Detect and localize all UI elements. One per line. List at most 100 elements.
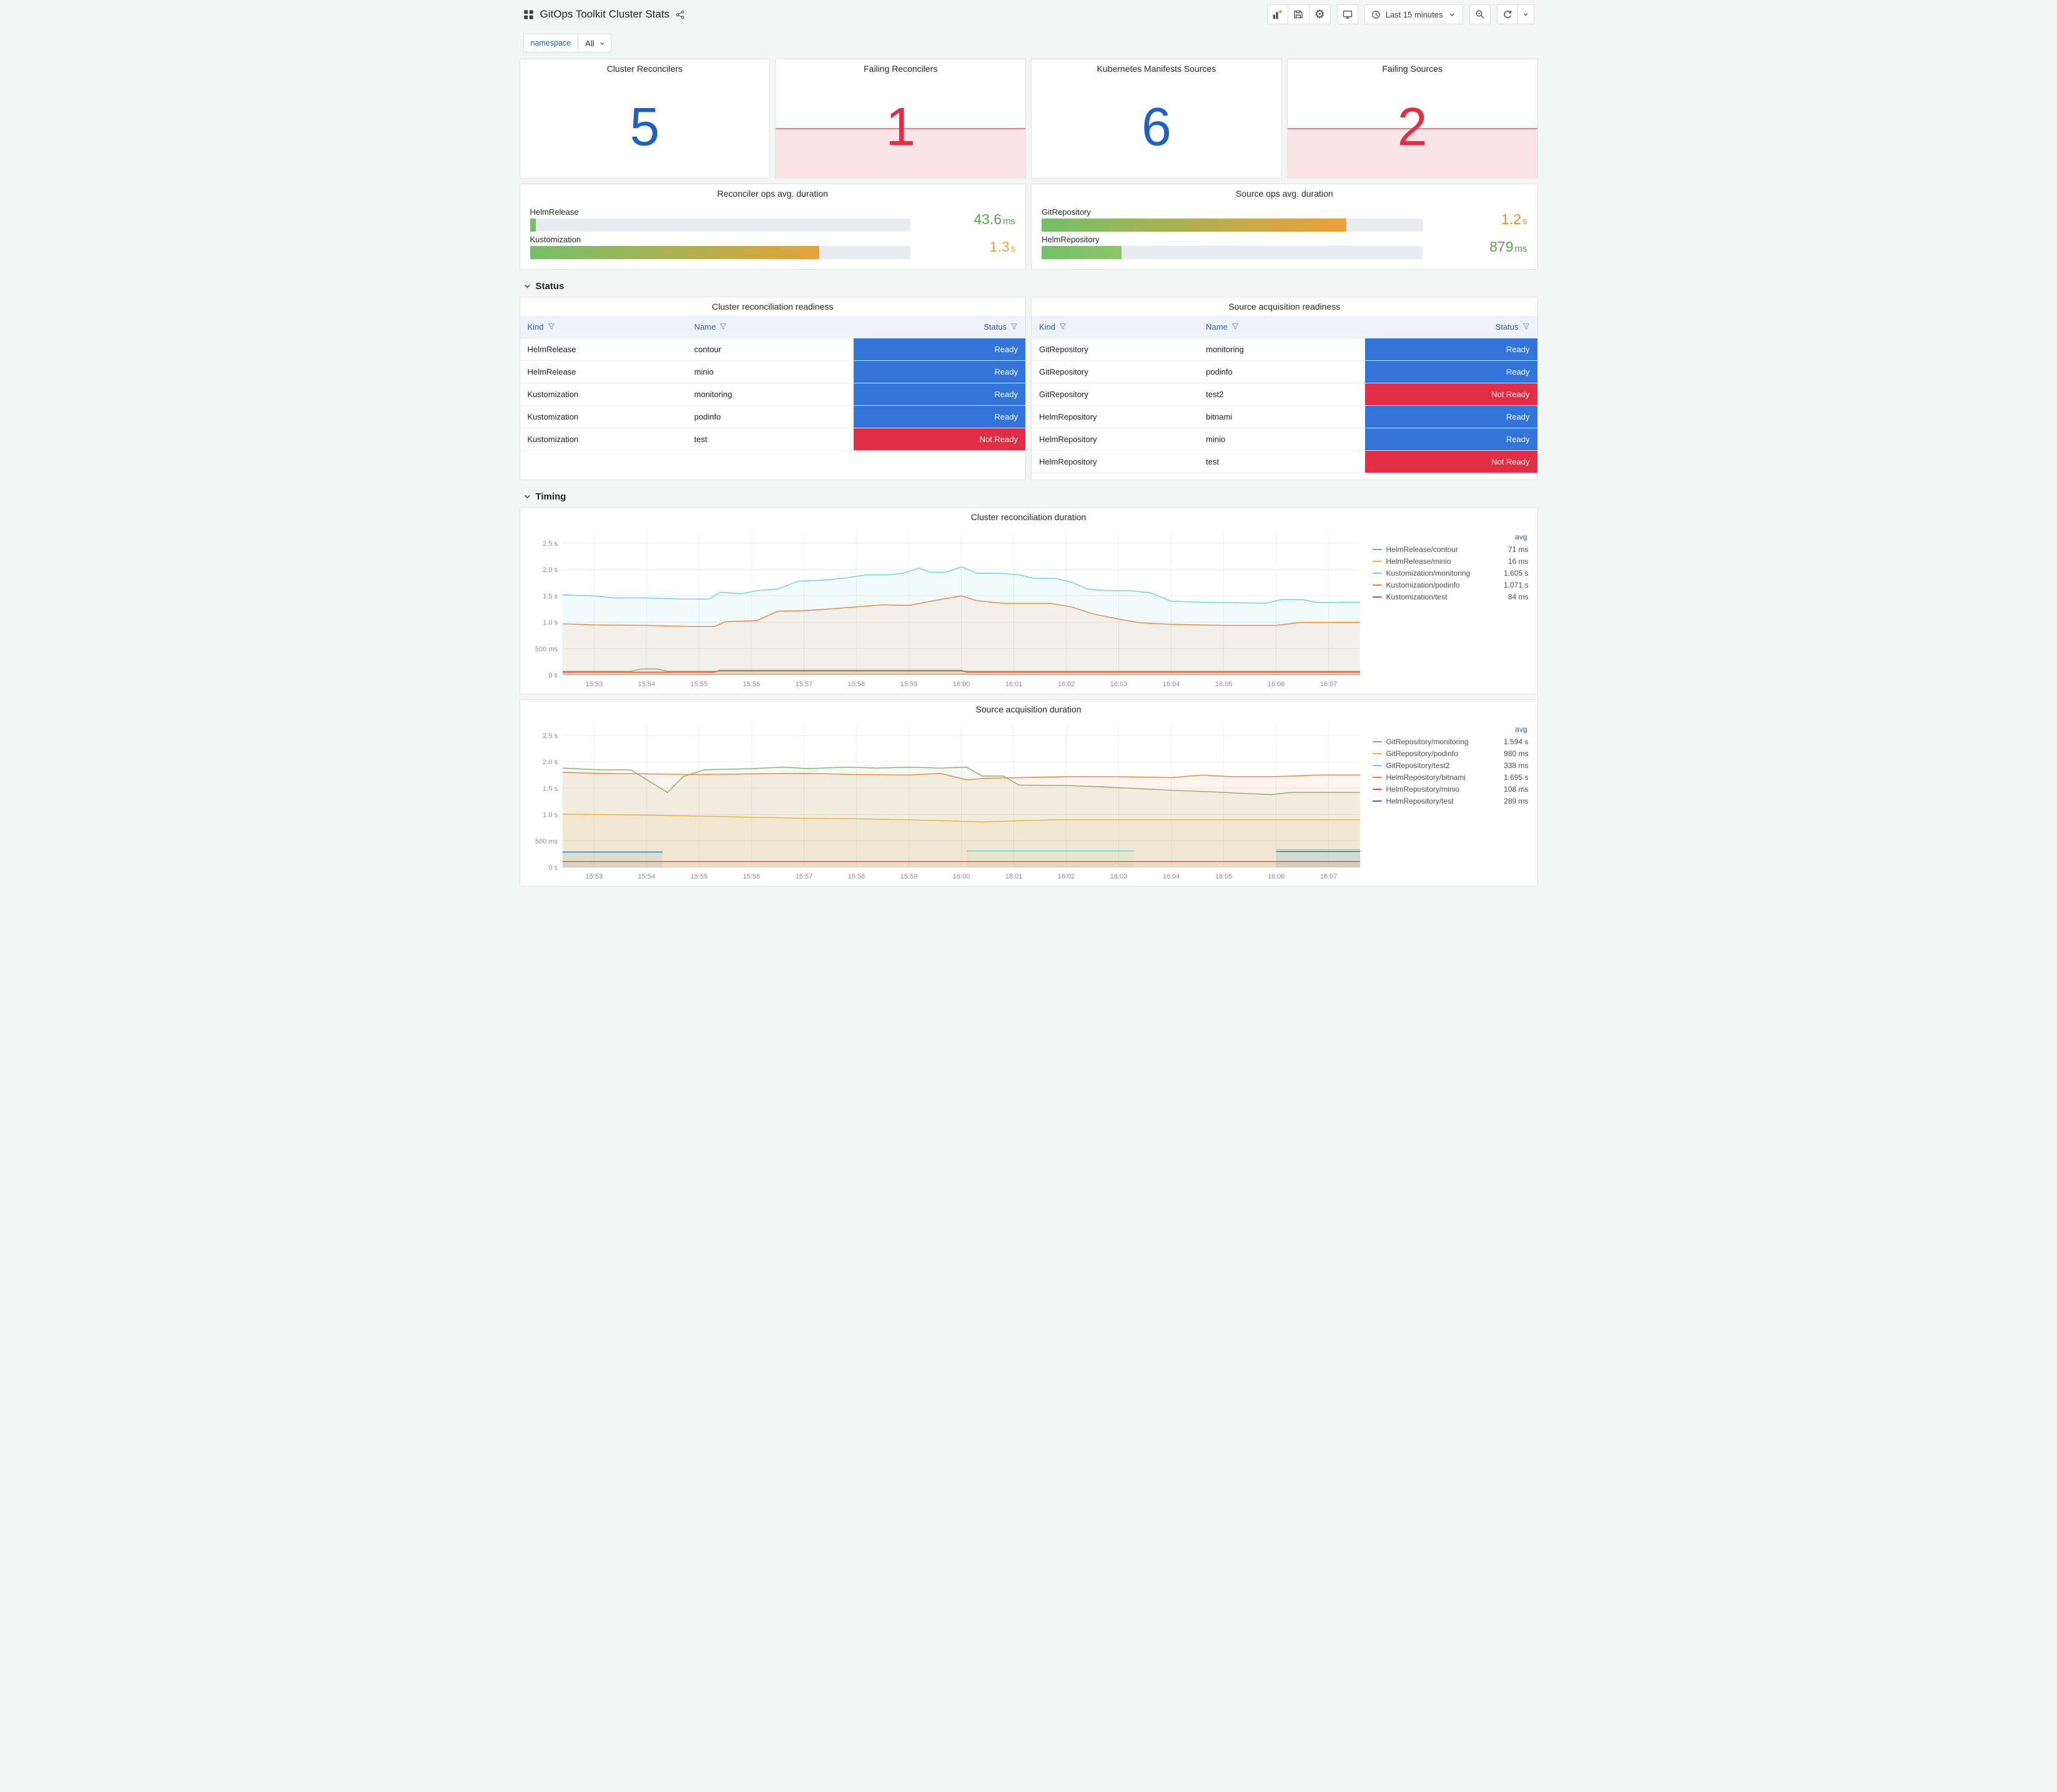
column-header-kind[interactable]: Kind	[520, 316, 687, 338]
column-header-name[interactable]: Name	[1198, 316, 1366, 338]
panel-title[interactable]: Cluster Reconcilers	[520, 59, 770, 78]
legend-series-name[interactable]: GitRepository/monitoring	[1386, 737, 1500, 746]
svg-text:2.5 s: 2.5 s	[543, 540, 558, 548]
svg-text:15:53: 15:53	[585, 873, 603, 880]
filter-icon[interactable]	[1522, 323, 1530, 330]
legend-series-name[interactable]: HelmRepository/test	[1386, 797, 1500, 805]
refresh-button[interactable]	[1496, 4, 1518, 24]
dashboard-actions-group: ⚙	[1266, 4, 1331, 24]
gauge-body: GitRepository 1.2 s HelmRepository 879 m…	[1032, 203, 1537, 265]
cell-name: podinfo	[686, 405, 854, 428]
cell-status: Ready	[1365, 427, 1537, 450]
panel-title[interactable]: Source ops avg. duration	[1032, 184, 1537, 203]
status-badge: Not Ready	[1365, 383, 1537, 405]
panel-title[interactable]: Failing Sources	[1288, 59, 1537, 78]
section-header-timing[interactable]: Timing	[520, 485, 1538, 507]
table-panel-cluster-readiness: Cluster reconciliation readiness Kind Na…	[519, 297, 1026, 480]
add-panel-button[interactable]	[1266, 4, 1288, 24]
legend-swatch	[1372, 560, 1382, 562]
filter-icon[interactable]	[1059, 323, 1067, 330]
legend-series-avg: 289 ms	[1504, 796, 1529, 805]
table-row: HelmRepository test Not Ready	[1032, 450, 1537, 473]
cell-kind: Kustomization	[520, 382, 687, 405]
filter-icon[interactable]	[1010, 323, 1018, 330]
legend-series-name[interactable]: HelmRepository/bitnami	[1386, 773, 1500, 782]
gauge-label: HelmRepository	[1042, 235, 1100, 244]
legend-series-avg: 16 ms	[1507, 556, 1529, 566]
column-header-kind[interactable]: Kind	[1032, 316, 1199, 338]
variable-namespace-label[interactable]: namespace	[523, 34, 579, 52]
panel-title[interactable]: Reconciler ops avg. duration	[520, 184, 1026, 203]
filter-icon[interactable]	[548, 323, 555, 330]
gauge-panel-source-ops: Source ops avg. duration GitRepository 1…	[1031, 184, 1538, 270]
dashboard-settings-button[interactable]: ⚙	[1309, 4, 1331, 24]
svg-text:16:05: 16:05	[1215, 873, 1232, 880]
cell-name: minio	[686, 360, 854, 383]
svg-text:16:04: 16:04	[1162, 681, 1180, 688]
section-label: Timing	[535, 491, 566, 502]
cell-name: test	[686, 427, 854, 451]
gauge-fill	[530, 246, 819, 259]
stat-panel: Failing Sources 2	[1286, 59, 1538, 179]
column-header-status[interactable]: Status	[853, 316, 1025, 338]
legend-avg-header[interactable]: avg	[1373, 533, 1529, 541]
filter-icon[interactable]	[1231, 323, 1239, 330]
svg-text:15:54: 15:54	[638, 681, 655, 688]
section-header-status[interactable]: Status	[520, 275, 1538, 297]
panel-title[interactable]: Kubernetes Manifests Sources	[1032, 59, 1281, 78]
cell-kind: GitRepository	[1032, 360, 1199, 383]
status-badge: Ready	[1365, 338, 1537, 360]
legend-row: HelmRelease/minio 16 ms	[1372, 555, 1529, 567]
add-panel-icon	[1273, 9, 1283, 19]
legend-swatch	[1372, 752, 1382, 754]
legend-series-name[interactable]: GitRepository/podinfo	[1386, 749, 1500, 758]
panel-title[interactable]: Failing Reconcilers	[776, 59, 1025, 78]
panel-title[interactable]: Source acquisition duration	[520, 700, 1537, 719]
svg-text:15:55: 15:55	[690, 681, 708, 688]
tv-mode-button[interactable]	[1336, 4, 1358, 24]
share-icon[interactable]	[676, 10, 685, 19]
variables-row: namespace All	[515, 29, 1543, 55]
legend-series-name[interactable]: Kustomization/monitoring	[1386, 569, 1500, 578]
cell-status: Ready	[1365, 360, 1537, 383]
column-header-status[interactable]: Status	[1365, 316, 1537, 338]
legend-series-name[interactable]: GitRepository/test2	[1386, 761, 1500, 770]
legend-rows: GitRepository/monitoring 1.594 s GitRepo…	[1372, 736, 1529, 807]
svg-text:500 ms: 500 ms	[535, 838, 558, 845]
svg-text:1.5 s: 1.5 s	[543, 593, 558, 600]
gauge-fill	[530, 219, 536, 232]
chevron-down-icon	[1449, 13, 1454, 16]
cell-status: Ready	[853, 360, 1025, 383]
refresh-interval-dropdown[interactable]	[1517, 4, 1534, 24]
legend-series-name[interactable]: Kustomization/podinfo	[1386, 581, 1500, 589]
cell-kind: HelmRepository	[1032, 405, 1199, 428]
table-row: GitRepository test2 Not Ready	[1032, 382, 1537, 405]
zoom-out-button[interactable]	[1469, 4, 1491, 24]
time-range-picker[interactable]: Last 15 minutes	[1364, 4, 1463, 24]
panel-title[interactable]: Source acquisition readiness	[1032, 297, 1537, 316]
svg-text:1.0 s: 1.0 s	[543, 619, 558, 627]
legend-avg-header[interactable]: avg	[1373, 725, 1529, 734]
legend-swatch	[1372, 764, 1382, 766]
svg-text:16:01: 16:01	[1005, 681, 1022, 688]
table-header-row: Kind Name Status	[1032, 316, 1537, 338]
legend-series-name[interactable]: Kustomization/test	[1386, 593, 1504, 601]
variable-namespace-dropdown[interactable]: All	[578, 34, 612, 52]
gauge-value: 1.2 s	[1501, 211, 1527, 228]
save-dashboard-button[interactable]	[1288, 4, 1310, 24]
dashboard-grid-icon[interactable]	[523, 9, 534, 20]
time-series-plot[interactable]: 0 s 500 ms 1.0 s 1.5 s 2.0 s 2.5 s 15:53 15:54 1…	[525, 526, 1365, 690]
panel-title[interactable]: Cluster reconciliation readiness	[520, 297, 1026, 316]
column-header-name[interactable]: Name	[686, 316, 854, 338]
legend-series-name[interactable]: HelmRelease/minio	[1386, 557, 1504, 566]
filter-icon[interactable]	[719, 323, 727, 330]
panel-title[interactable]: Cluster reconciliation duration	[520, 508, 1537, 526]
svg-text:15:57: 15:57	[795, 681, 812, 688]
chevron-down-icon	[1523, 13, 1528, 16]
dashboard-title: GitOps Toolkit Cluster Stats	[540, 8, 670, 20]
cell-status: Not Ready	[853, 427, 1025, 451]
time-series-plot[interactable]: 0 s 500 ms 1.0 s 1.5 s 2.0 s 2.5 s 15:53 15:54 1…	[525, 719, 1365, 882]
legend-series-name[interactable]: HelmRepository/minio	[1386, 785, 1500, 794]
gauge-value-unit: ms	[1514, 244, 1527, 254]
legend-series-name[interactable]: HelmRelease/contour	[1386, 545, 1504, 554]
